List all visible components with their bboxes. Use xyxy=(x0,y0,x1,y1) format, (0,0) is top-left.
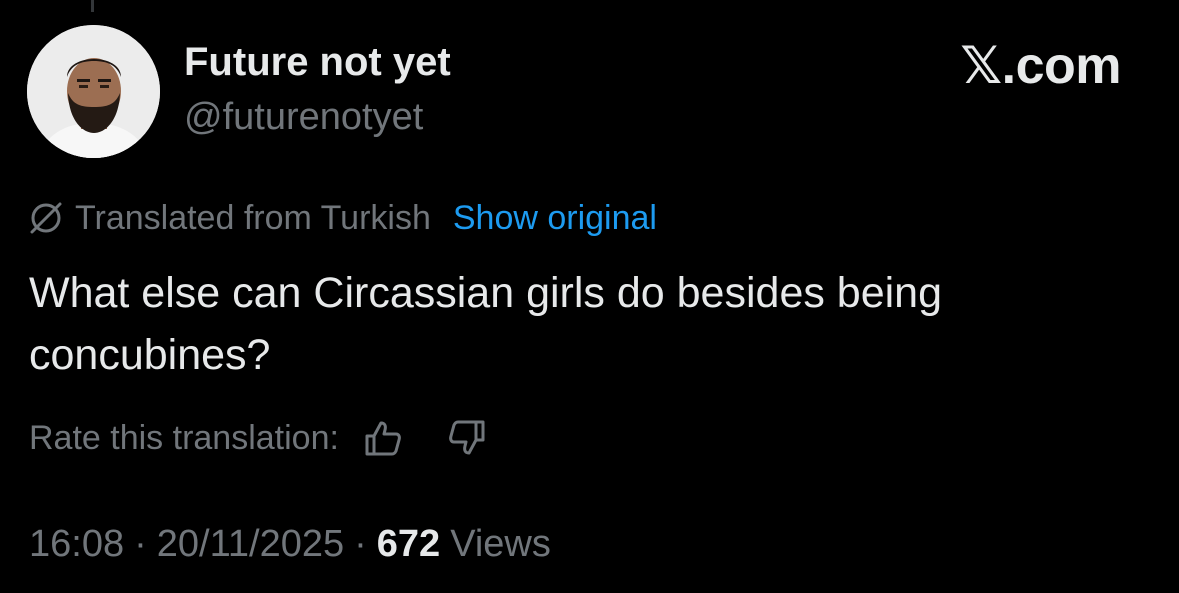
meta-separator: · xyxy=(354,522,367,565)
tweet-date[interactable]: 20/11/2025 xyxy=(157,523,344,566)
views-count: 672 xyxy=(376,522,441,565)
tweet-metadata: 16:08 · 20/11/2025 · 672 Views xyxy=(29,520,551,568)
avatar-image xyxy=(27,25,160,158)
avatar[interactable] xyxy=(27,25,160,158)
translation-notice: Translated from Turkish Show original xyxy=(29,196,657,240)
meta-separator: · xyxy=(134,522,147,565)
thumbs-up-button[interactable] xyxy=(361,416,405,460)
thumbs-up-icon xyxy=(365,421,401,456)
site-brand-logo: 𝕏.com xyxy=(960,37,1121,95)
globe-slash-icon xyxy=(29,201,63,235)
rate-translation-row: Rate this translation: xyxy=(29,414,489,462)
thread-connector-line xyxy=(91,0,94,12)
author-display-name[interactable]: Future not yet xyxy=(184,40,451,85)
author-handle[interactable]: @futurenotyet xyxy=(184,96,423,139)
thumbs-down-button[interactable] xyxy=(445,416,489,460)
views-label: Views xyxy=(450,522,551,565)
thumbs-down-icon xyxy=(449,420,485,455)
rate-translation-label: Rate this translation: xyxy=(29,418,339,457)
translated-from-label: Translated from Turkish xyxy=(75,198,431,237)
tweet-text: What else can Circassian girls do beside… xyxy=(29,269,943,379)
show-original-link[interactable]: Show original xyxy=(453,199,657,238)
tweet-time[interactable]: 16:08 xyxy=(29,523,124,566)
